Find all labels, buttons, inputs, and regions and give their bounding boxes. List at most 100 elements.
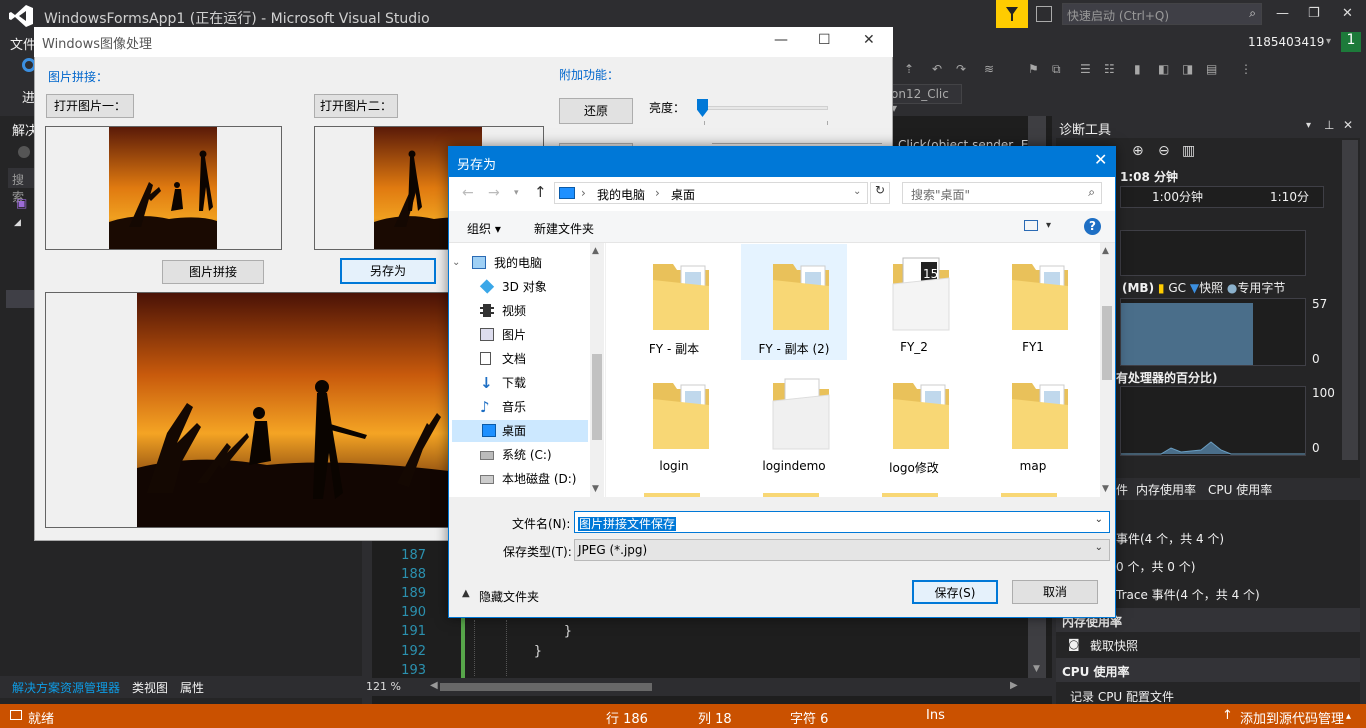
breadcrumb-my-computer[interactable]: 我的电脑 (597, 186, 645, 203)
stack-icon[interactable]: ⧉ (1052, 62, 1066, 76)
comment-icon[interactable]: ☰ (1080, 62, 1094, 76)
minimize-button[interactable]: — (1276, 6, 1289, 21)
file-list-scrollbar-thumb[interactable] (1102, 306, 1112, 380)
bookmark-folder-icon[interactable]: ▤ (1206, 62, 1220, 76)
editor-horizontal-scrollbar[interactable] (440, 683, 652, 691)
chevron-up-icon[interactable]: ▴ (1346, 711, 1351, 722)
nav-item-drive-d[interactable]: 本地磁盘 (D:) (474, 468, 594, 490)
notification-flag-button[interactable] (996, 0, 1028, 28)
hide-folders-toggle[interactable]: 隐藏文件夹 (479, 588, 539, 605)
record-cpu-button[interactable]: 记录 CPU 配置文件 (1070, 688, 1174, 702)
feedback-icon[interactable] (1036, 6, 1052, 22)
reset-view-icon[interactable]: ▥ (1182, 143, 1195, 159)
form-maximize-button[interactable]: ☐ (818, 32, 831, 48)
restore-image-button[interactable]: 还原 (559, 98, 633, 124)
file-item[interactable]: login (621, 363, 727, 479)
nav-scrollbar-thumb[interactable] (592, 354, 602, 440)
help-icon[interactable]: ? (1084, 218, 1101, 235)
events-graph[interactable] (1120, 230, 1306, 276)
forward-arrow-icon[interactable]: → (488, 185, 500, 201)
scroll-down-arrow-icon[interactable]: ▼ (1102, 484, 1109, 494)
nav-item-music[interactable]: ♪ 音乐 (474, 396, 594, 418)
form-close-button[interactable]: ✕ (863, 32, 875, 48)
scroll-up-arrow-icon[interactable]: ▲ (592, 246, 599, 256)
bookmark-next-icon[interactable]: ◨ (1182, 62, 1196, 76)
events-summary[interactable]: 事件(4 个，共 4 个) (1116, 530, 1224, 547)
quick-launch-input[interactable]: 快速启动 (Ctrl+Q) ⌕ (1062, 3, 1262, 25)
step-out-icon[interactable]: ⇡ (904, 62, 918, 76)
scroll-left-arrow-icon[interactable]: ◀ (430, 680, 438, 691)
notification-badge[interactable]: 1 (1341, 32, 1361, 52)
filetype-select[interactable]: JPEG (*.jpg) ⌄ (574, 539, 1110, 561)
file-item[interactable]: logo修改 (861, 363, 967, 479)
take-snapshot-button[interactable]: 截取快照 (1090, 637, 1138, 654)
bookmark-icon[interactable]: ▮ (1134, 62, 1148, 76)
nav-item-drive-c[interactable]: 系统 (C:) (474, 444, 594, 466)
file-item[interactable]: map (980, 363, 1086, 479)
form-minimize-button[interactable]: — (774, 32, 788, 48)
tab-cpu-usage[interactable]: CPU 使用率 (1208, 481, 1272, 498)
cancel-button[interactable]: 取消 (1012, 580, 1098, 604)
menu-file[interactable]: 文件 (10, 34, 36, 53)
brightness-slider[interactable] (700, 106, 828, 110)
nav-item-documents[interactable]: 文档 (474, 348, 594, 370)
scroll-up-arrow-icon[interactable]: ▲ (1102, 246, 1109, 256)
file-item[interactable]: logindemo (741, 363, 847, 479)
view-dropdown-icon[interactable]: ▾ (1046, 220, 1051, 231)
address-bar[interactable]: › 我的电脑 › 桌面 ⌄ (554, 182, 868, 204)
dialog-search-input[interactable]: 搜索"桌面" ⌕ (902, 182, 1102, 204)
undo-icon[interactable]: ↶ (932, 62, 946, 76)
diagnostics-scrollbar[interactable] (1342, 140, 1358, 460)
refresh-button[interactable]: ↻ (870, 182, 890, 204)
chevron-down-icon[interactable]: ⌄ (1095, 514, 1103, 525)
nav-item-desktop[interactable]: 桌面 (452, 420, 588, 442)
file-item[interactable]: FY1 (980, 244, 1086, 360)
nav-item-pictures[interactable]: 图片 (474, 324, 594, 346)
zoom-in-icon[interactable]: ⊕ (1132, 143, 1144, 159)
save-as-button[interactable]: 另存为 (340, 258, 436, 284)
nav-item-downloads[interactable]: ↓ 下载 (474, 372, 594, 394)
exceptions-summary[interactable]: 0 个，共 0 个) (1116, 558, 1195, 575)
address-dropdown-icon[interactable]: ⌄ (853, 186, 861, 197)
back-arrow-icon[interactable]: ← (462, 185, 474, 201)
filename-input[interactable]: 图片拼接文件保存 ⌄ (574, 511, 1110, 533)
up-arrow-icon[interactable]: ↑ (534, 183, 547, 201)
nav-item-videos[interactable]: 视频 (474, 300, 594, 322)
add-to-source-control-button[interactable]: 添加到源代码管理 (1240, 708, 1344, 727)
tab-memory-usage[interactable]: 内存使用率 (1136, 481, 1196, 498)
selected-tree-row[interactable] (6, 290, 36, 308)
chevron-down-icon[interactable]: ⌄ (1095, 542, 1103, 553)
file-item[interactable]: FY - 副本 (2) (741, 244, 847, 360)
tab-properties[interactable]: 属性 (180, 679, 204, 696)
event-combo[interactable]: on12_Clic ▾ (884, 84, 962, 115)
nav-item-my-computer[interactable]: 我的电脑 (466, 252, 586, 274)
recent-locations-icon[interactable]: ▾ (514, 188, 519, 198)
organize-menu[interactable]: 组织 ▾ (467, 220, 501, 237)
chevron-down-icon[interactable]: ▾ (1326, 36, 1331, 47)
zoom-out-icon[interactable]: ⊖ (1158, 143, 1170, 159)
tab-events[interactable]: 件 (1116, 481, 1128, 498)
overflow-icon[interactable]: ⋮ (1240, 62, 1254, 76)
zoom-level[interactable]: 121 % (366, 680, 401, 693)
expand-arrow-icon[interactable]: ◢ (14, 218, 21, 228)
scroll-right-arrow-icon[interactable]: ▶ (1010, 680, 1018, 691)
bookmark-prev-icon[interactable]: ◧ (1158, 62, 1172, 76)
open-image-one-button[interactable]: 打开图片一： (46, 94, 134, 118)
view-options-icon[interactable] (1024, 220, 1038, 231)
format-icon[interactable]: ≋ (984, 62, 998, 76)
uncomment-icon[interactable]: ☷ (1104, 62, 1118, 76)
redo-icon[interactable]: ↷ (956, 62, 970, 76)
restore-button[interactable]: ❐ (1308, 6, 1320, 21)
pin-icon[interactable]: ⊥ (1324, 118, 1334, 132)
file-item[interactable]: 15 FY_2 (861, 244, 967, 360)
nav-item-3d-objects[interactable]: 3D 对象 (474, 276, 594, 298)
save-button[interactable]: 保存(S) (912, 580, 998, 604)
open-image-two-button[interactable]: 打开图片二： (314, 94, 398, 118)
scroll-down-arrow-icon[interactable]: ▼ (1033, 664, 1040, 674)
panel-menu-icon[interactable]: ▾ (1306, 120, 1311, 131)
dialog-close-button[interactable]: ✕ (1094, 150, 1107, 169)
thread-icon[interactable]: ⚑ (1028, 62, 1042, 76)
panel-close-icon[interactable]: ✕ (1343, 118, 1353, 132)
stitch-button[interactable]: 图片拼接 (162, 260, 264, 284)
tab-solution-explorer[interactable]: 解决方案资源管理器 (12, 679, 120, 696)
